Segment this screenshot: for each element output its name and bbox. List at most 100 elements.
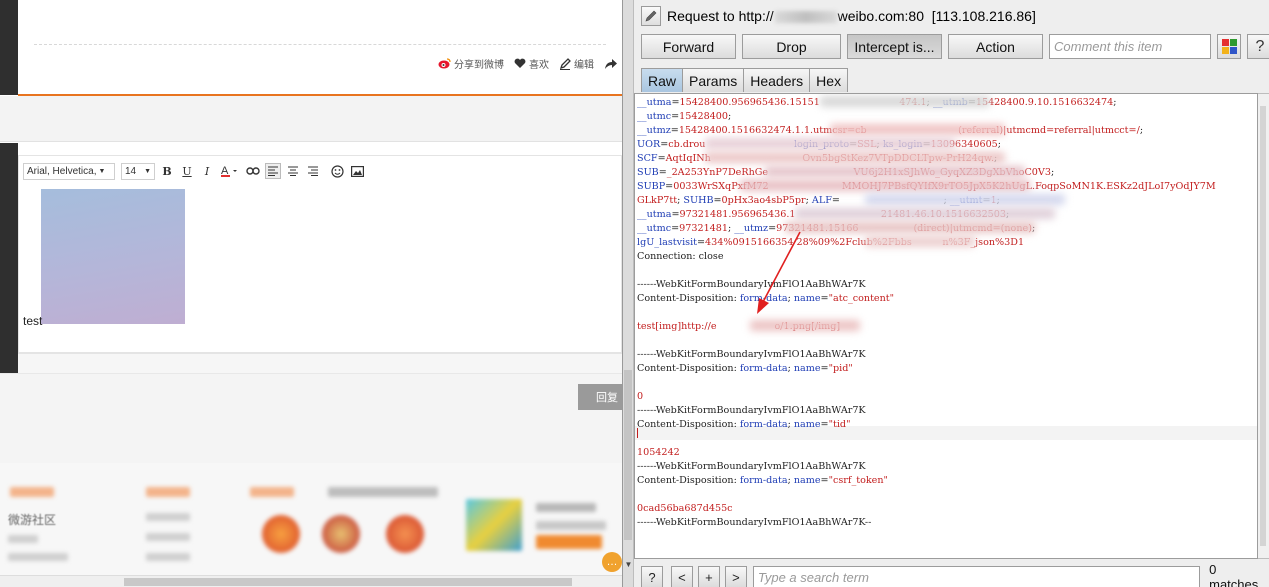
request-text: ------WebKitFormBoundaryIvmFlO1AaBhWAr7K [637, 461, 866, 472]
color-swatch [1229, 47, 1237, 54]
heart-icon [514, 58, 526, 68]
edit-label: 编辑 [574, 60, 594, 71]
param-value: "csrf_token" [828, 475, 888, 486]
reply-button[interactable]: 回复 [578, 384, 622, 410]
rich-text-editor[interactable]: Arial, Helvetica, ▼ 14 ▼ B U I A test [18, 155, 622, 353]
chat-bubble-icon[interactable]: … [602, 552, 622, 572]
collapse-arrow-icon[interactable]: ▼ [623, 560, 634, 569]
param-value: 0 [637, 391, 644, 402]
request-text: Content-Disposition: [637, 293, 740, 304]
blurred-text [536, 521, 606, 530]
request-text: = [671, 97, 680, 108]
highlight-color-button[interactable] [1217, 34, 1241, 59]
webpage-panel: 分享到微博 喜欢 编辑 Arial, Helvetica, ▼ 14 ▼ B U… [0, 0, 622, 587]
request-text: ------WebKitFormBoundaryIvmFlO1AaBhWAr7K… [637, 517, 872, 528]
horizontal-scrollbar[interactable] [0, 575, 622, 587]
weibo-icon [438, 58, 451, 69]
request-title: Request to http:// weibo.com:80 [113.108.… [641, 5, 1036, 27]
help-button[interactable]: ? [1247, 34, 1269, 59]
param-key: SUB [637, 167, 659, 178]
redaction-smear [765, 166, 1025, 177]
share-arrow-icon[interactable] [604, 58, 618, 70]
request-line: ------WebKitFormBoundaryIvmFlO1AaBhWAr7K [637, 348, 866, 362]
align-left-icon[interactable] [265, 163, 281, 179]
font-family-select[interactable]: Arial, Helvetica, ▼ [23, 162, 115, 180]
align-center-icon[interactable] [285, 163, 301, 179]
post-footer: 分享到微博 喜欢 编辑 [18, 0, 622, 95]
font-color-icon[interactable]: A [219, 163, 241, 179]
search-options-button[interactable]: + [697, 566, 720, 587]
action-button[interactable]: Action [948, 34, 1043, 59]
request-text: = [713, 195, 722, 206]
redaction-smear [750, 320, 860, 331]
request-text: = [820, 419, 829, 430]
image-icon[interactable] [349, 163, 365, 179]
editor-footer [18, 353, 622, 373]
divider-handle[interactable] [624, 370, 632, 540]
tab-hex[interactable]: Hex [809, 68, 849, 92]
request-text: = [697, 237, 706, 248]
param-key: name [793, 475, 821, 486]
align-right-icon[interactable] [305, 163, 321, 179]
request-text: Connection: close [637, 251, 724, 262]
blurred-button[interactable] [536, 535, 602, 549]
bold-icon[interactable]: B [159, 163, 175, 179]
next-match-button[interactable]: > [724, 566, 747, 587]
redaction-smear [705, 138, 955, 149]
title-prefix: Request to http:// [667, 8, 774, 24]
share-weibo-label: 分享到微博 [454, 60, 504, 71]
dark-sidebar-strip-lower [0, 143, 18, 373]
game-icon[interactable] [262, 515, 300, 553]
like-action[interactable]: 喜欢 [514, 56, 549, 71]
param-key: __utma [637, 97, 672, 108]
emoji-icon[interactable] [329, 163, 345, 179]
game-icon[interactable] [386, 515, 424, 553]
previous-match-button[interactable]: < [670, 566, 693, 587]
raw-request-editor[interactable]: __utma=15428400.956965436.15151 474.1; _… [634, 93, 1258, 559]
forward-button[interactable]: Forward [641, 34, 736, 59]
comment-field[interactable]: Comment this item [1049, 34, 1211, 59]
redaction-smear [865, 236, 975, 247]
request-text: ; [728, 111, 732, 122]
request-text: = [671, 223, 680, 234]
footer-link[interactable]: 微游社区 [8, 511, 56, 528]
pencil-icon[interactable] [641, 6, 661, 26]
split-pane-divider[interactable]: ▼ [623, 0, 634, 587]
reply-area: 回复 [0, 373, 622, 463]
search-help-button[interactable]: ? [641, 566, 663, 587]
request-text: ; [1050, 167, 1055, 178]
link-icon[interactable] [245, 163, 261, 179]
param-value: "pid" [828, 363, 853, 374]
param-key: __utmz [637, 125, 671, 136]
request-line: 0cad56ba687d455c [637, 502, 733, 516]
redaction-smear [705, 152, 1005, 163]
request-line: Connection: close [637, 250, 724, 264]
inserted-image[interactable] [41, 189, 185, 324]
underline-icon[interactable]: U [179, 163, 195, 179]
param-key: name [793, 419, 821, 430]
vertical-scrollbar[interactable] [1258, 93, 1269, 559]
param-key: name [793, 293, 821, 304]
tab-raw[interactable]: Raw [641, 68, 684, 92]
tab-headers[interactable]: Headers [743, 68, 811, 92]
request-text: ------WebKitFormBoundaryIvmFlO1AaBhWAr7K [637, 405, 866, 416]
qr-banner[interactable] [466, 499, 522, 551]
param-value: _2A253YnP7DeRhGe [666, 167, 769, 178]
blurred-heading [10, 487, 54, 497]
italic-icon[interactable]: I [199, 163, 215, 179]
param-value: 1054242 [637, 447, 680, 458]
tab-params[interactable]: Params [682, 68, 745, 92]
request-text: ; [1139, 125, 1144, 136]
dark-sidebar-strip [0, 0, 18, 95]
intercept-toggle-button[interactable]: Intercept is... [847, 34, 942, 59]
game-icon[interactable] [322, 515, 360, 553]
scrollbar-thumb[interactable] [124, 578, 572, 586]
share-weibo-action[interactable]: 分享到微博 [438, 56, 504, 71]
blurred-link [146, 533, 190, 541]
font-size-select[interactable]: 14 ▼ [121, 162, 155, 180]
request-text: Content-Disposition: [637, 363, 740, 374]
search-input[interactable]: Type a search term [752, 566, 1201, 587]
scrollbar-thumb[interactable] [1260, 106, 1266, 546]
edit-action[interactable]: 编辑 [559, 56, 594, 71]
drop-button[interactable]: Drop [742, 34, 841, 59]
